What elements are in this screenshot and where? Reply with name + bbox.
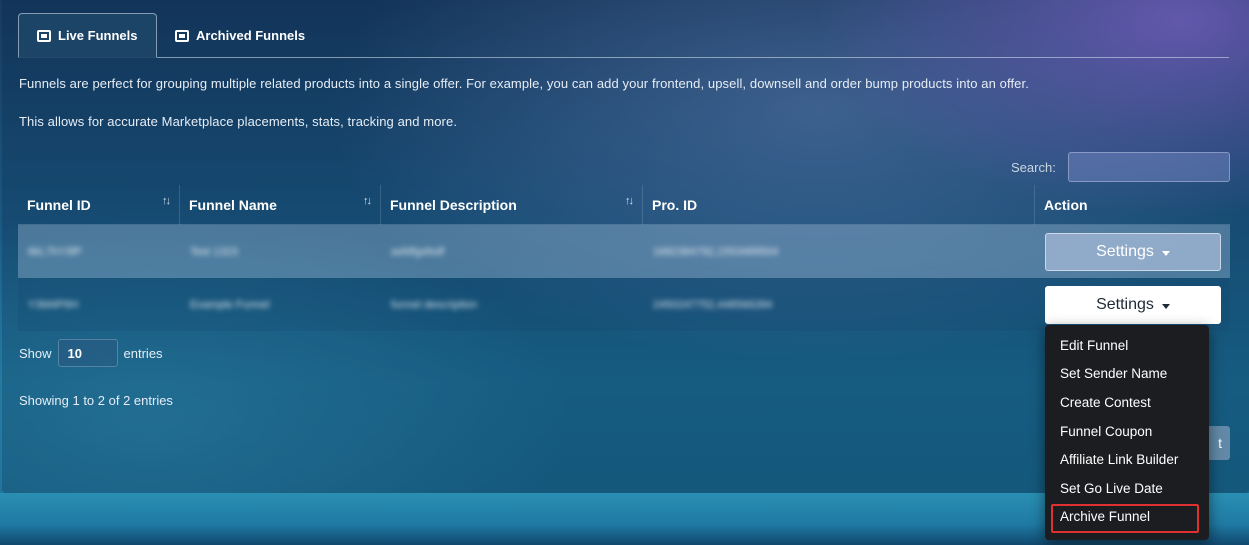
table-info: Showing 1 to 2 of 2 entries bbox=[19, 393, 173, 408]
column-header-funnel-name[interactable]: Funnel Name ↑↓ bbox=[180, 185, 381, 225]
redacted-funnel-id: 6kL7hY3fP bbox=[28, 245, 82, 258]
funnels-table: Funnel ID ↑↓ Funnel Name ↑↓ Funnel Descr… bbox=[18, 185, 1230, 331]
column-header-label: Action bbox=[1044, 197, 1088, 213]
entries-label: entries bbox=[123, 345, 163, 361]
menu-item-funnel-coupon[interactable]: Funnel Coupon bbox=[1045, 417, 1209, 446]
column-header-label: Funnel ID bbox=[27, 197, 91, 213]
tab-live-funnels[interactable]: Live Funnels bbox=[18, 13, 157, 58]
table-header: Funnel ID ↑↓ Funnel Name ↑↓ Funnel Descr… bbox=[18, 185, 1230, 225]
table-row: Y3M4P6H Example Funnel funnel descriptio… bbox=[18, 278, 1230, 331]
redacted-funnel-name: Test 1323 bbox=[190, 245, 238, 258]
entries-length-control: Show 10 entries bbox=[19, 339, 163, 367]
settings-dropdown-menu: Edit Funnel Set Sender Name Create Conte… bbox=[1045, 325, 1209, 540]
column-header-label: Funnel Name bbox=[189, 197, 277, 213]
menu-item-affiliate-link-builder[interactable]: Affiliate Link Builder bbox=[1045, 445, 1209, 474]
cell-pro-id: 1682384792,1553489504 bbox=[643, 225, 778, 278]
entries-per-page-select[interactable]: 10 bbox=[57, 339, 118, 367]
tab-live-funnels-label: Live Funnels bbox=[58, 28, 138, 43]
column-header-action: Action bbox=[1035, 185, 1230, 225]
redacted-funnel-name: Example Funnel bbox=[190, 298, 270, 311]
cell-funnel-name: Test 1323 bbox=[180, 225, 238, 278]
settings-dropdown-button[interactable]: Settings bbox=[1045, 233, 1221, 271]
menu-item-edit-funnel[interactable]: Edit Funnel bbox=[1045, 331, 1209, 360]
menu-item-archive-funnel[interactable]: Archive Funnel bbox=[1045, 503, 1209, 532]
cell-funnel-name: Example Funnel bbox=[180, 278, 270, 331]
settings-button-label: Settings bbox=[1096, 296, 1154, 313]
search-label: Search: bbox=[1011, 160, 1056, 175]
column-header-pro-id[interactable]: Pro. ID bbox=[643, 185, 1035, 225]
sort-icon: ↑↓ bbox=[162, 195, 171, 207]
funnel-tabs: Live Funnels Archived Funnels bbox=[18, 13, 1229, 58]
table-row: 6kL7hY3fP Test 1323 asfdfgsfsdf 16823847… bbox=[18, 225, 1230, 278]
settings-dropdown-button-open[interactable]: Settings bbox=[1045, 286, 1221, 324]
cell-funnel-id: 6kL7hY3fP bbox=[18, 225, 82, 278]
cell-funnel-id: Y3M4P6H bbox=[18, 278, 78, 331]
menu-item-set-sender-name[interactable]: Set Sender Name bbox=[1045, 360, 1209, 389]
column-header-label: Pro. ID bbox=[652, 197, 698, 213]
cell-funnel-description: funnel description bbox=[381, 278, 477, 331]
menu-item-set-go-live-date[interactable]: Set Go Live Date bbox=[1045, 474, 1209, 503]
cell-funnel-description: asfdfgsfsdf bbox=[381, 225, 444, 278]
next-page-label: t bbox=[1218, 435, 1222, 451]
funnel-list-icon bbox=[37, 29, 51, 42]
cell-pro-id: 2450247752,448566284 bbox=[643, 278, 772, 331]
tab-archived-funnels-label: Archived Funnels bbox=[196, 28, 306, 43]
settings-button-label: Settings bbox=[1096, 243, 1154, 260]
menu-item-create-contest[interactable]: Create Contest bbox=[1045, 388, 1209, 417]
column-header-funnel-id[interactable]: Funnel ID ↑↓ bbox=[18, 185, 180, 225]
tab-archived-funnels[interactable]: Archived Funnels bbox=[157, 13, 323, 58]
redacted-funnel-id: Y3M4P6H bbox=[28, 298, 79, 311]
intro-text-line-1: Funnels are perfect for grouping multipl… bbox=[19, 76, 1029, 91]
caret-down-icon bbox=[1161, 250, 1170, 256]
funnel-list-icon bbox=[175, 29, 189, 42]
caret-down-icon bbox=[1161, 303, 1170, 309]
redacted-pro-id: 2450247752,448566284 bbox=[653, 298, 773, 311]
show-label: Show bbox=[19, 345, 52, 361]
redacted-funnel-description: funnel description bbox=[391, 298, 478, 311]
redacted-pro-id: 1682384792,1553489504 bbox=[653, 245, 779, 258]
column-header-funnel-description[interactable]: Funnel Description ↑↓ bbox=[381, 185, 643, 225]
sort-icon: ↑↓ bbox=[363, 195, 372, 207]
entries-per-page-value: 10 bbox=[67, 345, 82, 361]
column-header-label: Funnel Description bbox=[390, 197, 517, 213]
search-input[interactable] bbox=[1068, 152, 1230, 182]
sort-icon: ↑↓ bbox=[625, 195, 634, 207]
redacted-funnel-description: asfdfgsfsdf bbox=[391, 245, 445, 258]
intro-text-line-2: This allows for accurate Marketplace pla… bbox=[19, 114, 458, 129]
